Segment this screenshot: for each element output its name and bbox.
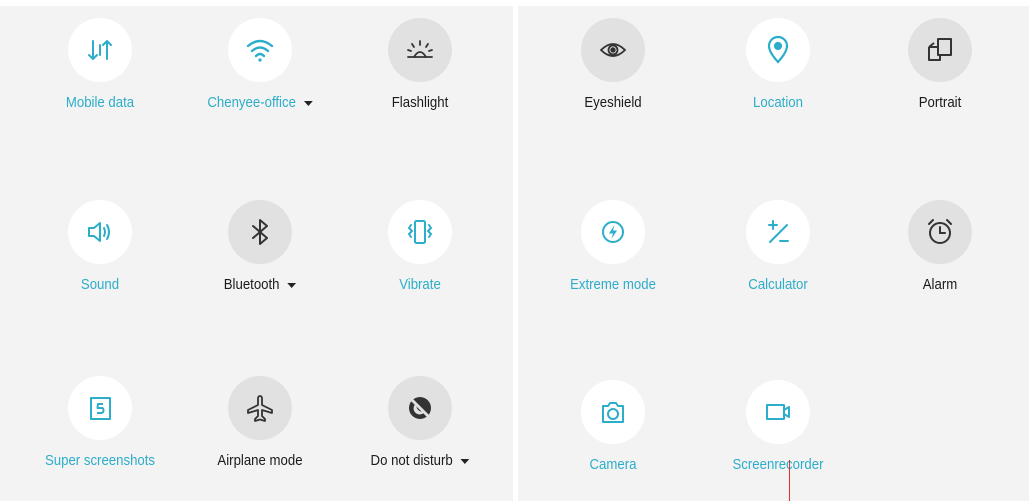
tile-sound[interactable]: Sound xyxy=(20,200,180,310)
do-not-disturb-icon xyxy=(388,376,452,440)
tile-label: Alarm xyxy=(922,276,958,293)
bluetooth-icon xyxy=(228,200,292,264)
quick-settings-panel-left: Mobile data Chenyee-office Flashlight So… xyxy=(0,6,513,501)
airplane-icon xyxy=(228,376,292,440)
tile-label: Flashlight xyxy=(391,94,449,111)
tile-mobile-data[interactable]: Mobile data xyxy=(20,18,180,128)
chevron-down-icon[interactable] xyxy=(287,282,297,288)
tile-label: Vibrate xyxy=(399,276,441,293)
tile-extreme-mode[interactable]: Extreme mode xyxy=(533,200,693,310)
tile-alarm[interactable]: Alarm xyxy=(860,200,1020,310)
bluetooth-label: Bluetooth xyxy=(223,276,280,293)
do-not-disturb-label: Do not disturb xyxy=(370,452,453,469)
tile-screenrecorder[interactable]: Screenrecorder xyxy=(698,380,858,490)
tile-location[interactable]: Location xyxy=(698,18,858,128)
tile-label: Calculator xyxy=(748,276,808,293)
tile-label: Mobile data xyxy=(65,94,135,111)
tile-label: Portrait xyxy=(918,94,962,111)
tile-label: Location xyxy=(753,94,803,111)
quick-settings-panel-right: Eyeshield Location Portrait Extreme mode… xyxy=(518,6,1029,501)
eye-icon xyxy=(581,18,645,82)
tile-label: Eyeshield xyxy=(584,94,642,111)
wifi-icon xyxy=(228,18,292,82)
tile-wifi[interactable]: Chenyee-office xyxy=(180,18,340,128)
wifi-network-name: Chenyee-office xyxy=(207,94,296,111)
tile-do-not-disturb[interactable]: Do not disturb xyxy=(340,376,500,486)
video-camera-icon xyxy=(746,380,810,444)
tile-label: Camera xyxy=(589,456,637,473)
tile-label: Sound xyxy=(80,276,120,293)
tile-bluetooth[interactable]: Bluetooth xyxy=(180,200,340,310)
tile-label: Screenrecorder xyxy=(732,456,824,473)
tile-label: Super screenshots xyxy=(44,452,156,469)
tile-label[interactable]: Do not disturb xyxy=(350,452,491,469)
tile-flashlight[interactable]: Flashlight xyxy=(340,18,500,128)
alarm-clock-icon xyxy=(908,200,972,264)
tile-super-screenshots[interactable]: Super screenshots xyxy=(20,376,180,486)
pointer-marker-line xyxy=(789,460,790,501)
tile-airplane-mode[interactable]: Airplane mode xyxy=(180,376,340,486)
sound-icon xyxy=(68,200,132,264)
tile-eyeshield[interactable]: Eyeshield xyxy=(533,18,693,128)
flashlight-icon xyxy=(388,18,452,82)
chevron-down-icon[interactable] xyxy=(460,458,470,464)
chevron-down-icon[interactable] xyxy=(303,100,313,106)
tile-label: Airplane mode xyxy=(217,452,303,469)
tile-camera[interactable]: Camera xyxy=(533,380,693,490)
calculator-icon xyxy=(746,200,810,264)
tile-label: Extreme mode xyxy=(570,276,656,293)
tile-calculator[interactable]: Calculator xyxy=(698,200,858,310)
tile-label[interactable]: Bluetooth xyxy=(190,276,331,293)
camera-icon xyxy=(581,380,645,444)
vibrate-icon xyxy=(388,200,452,264)
quick-settings-screen: Mobile data Chenyee-office Flashlight So… xyxy=(0,0,1029,501)
location-pin-icon xyxy=(746,18,810,82)
super-screenshots-icon xyxy=(68,376,132,440)
tile-vibrate[interactable]: Vibrate xyxy=(340,200,500,310)
mobile-data-icon xyxy=(68,18,132,82)
lightning-icon xyxy=(581,200,645,264)
tile-portrait[interactable]: Portrait xyxy=(860,18,1020,128)
tile-label[interactable]: Chenyee-office xyxy=(190,94,331,111)
rotate-portrait-icon xyxy=(908,18,972,82)
